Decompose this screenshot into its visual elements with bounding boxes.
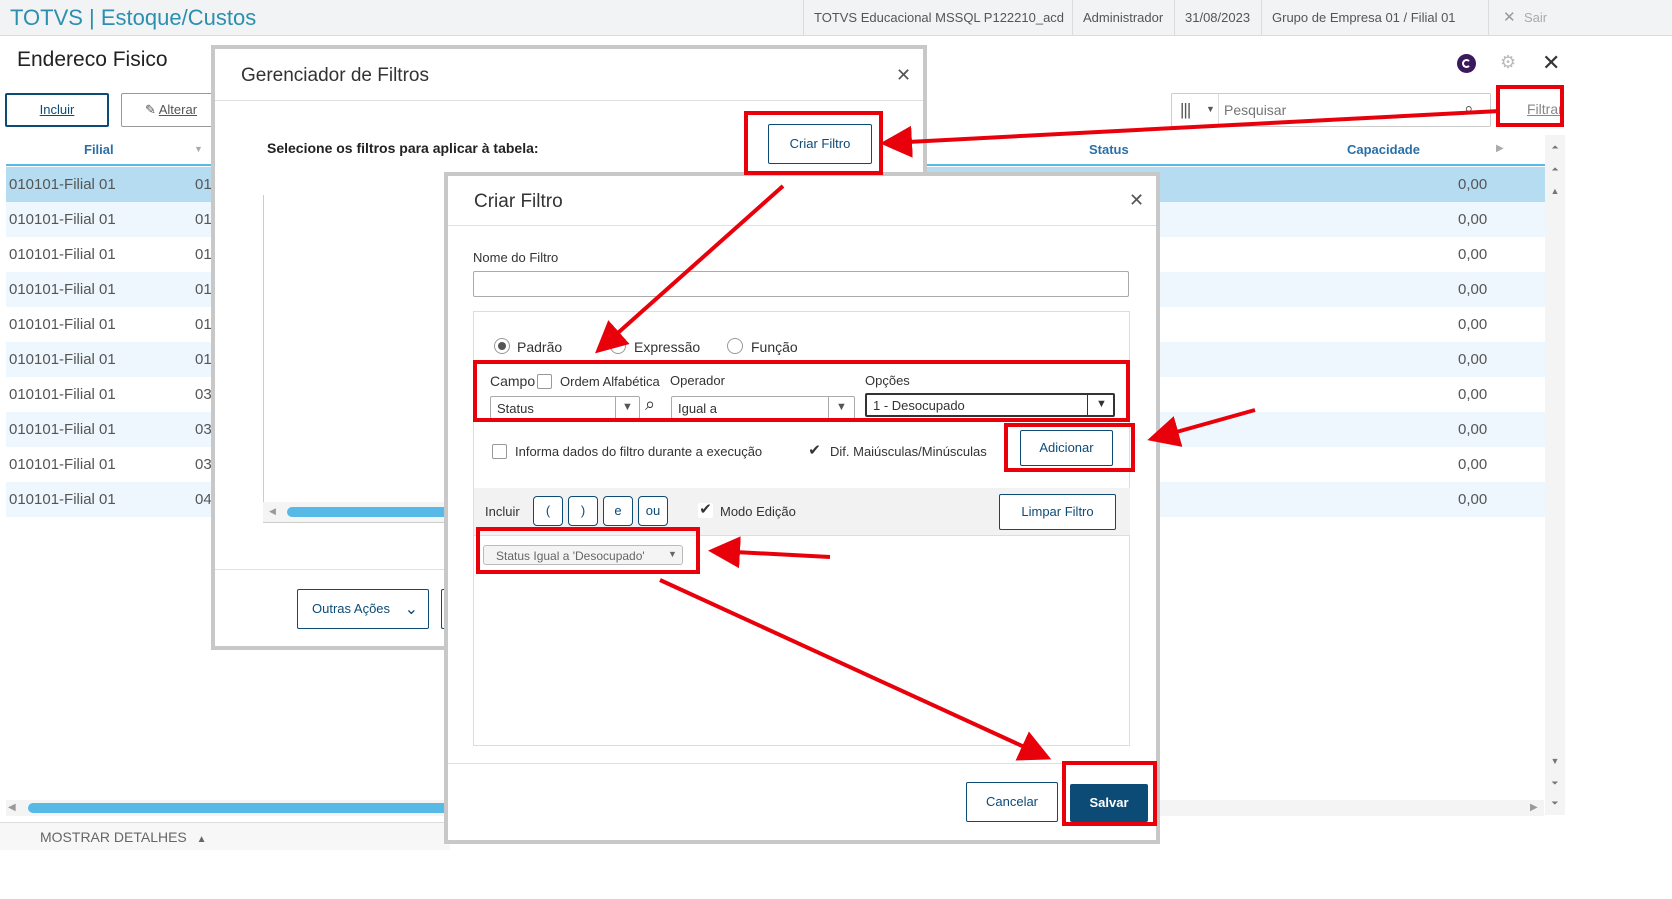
- arrow: [595, 184, 785, 354]
- arrow: [659, 578, 1052, 761]
- arrow: [708, 536, 831, 569]
- arrow: [1147, 408, 1256, 447]
- annotation-arrows: [595, 109, 1501, 761]
- arrow: [880, 109, 1501, 158]
